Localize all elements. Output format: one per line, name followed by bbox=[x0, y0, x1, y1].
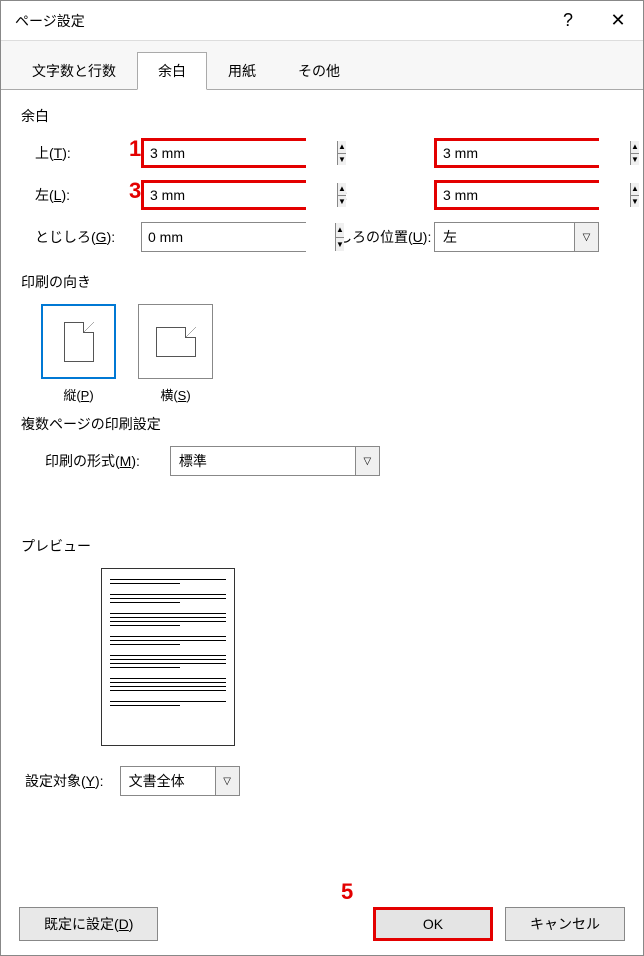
set-default-button[interactable]: 既定に設定(D) bbox=[19, 907, 158, 941]
gutter-spinner[interactable]: ▲▼ bbox=[141, 222, 306, 252]
portrait-label: 縦(P) bbox=[41, 385, 116, 404]
tab-margins[interactable]: 余白 bbox=[137, 52, 207, 90]
gutter-input[interactable] bbox=[142, 223, 335, 251]
left-margin-label: 左(L): bbox=[31, 185, 141, 205]
landscape-page-icon bbox=[156, 327, 196, 357]
chevron-down-icon[interactable]: ▽ bbox=[355, 447, 379, 475]
orientation-row: 縦(P) 横(S) bbox=[41, 304, 623, 404]
multipage-row: 印刷の形式(M): 標準 ▽ bbox=[41, 446, 623, 476]
chevron-down-icon[interactable]: ▽ bbox=[574, 223, 598, 251]
right-margin-spinner[interactable]: ▲▼ bbox=[434, 180, 599, 210]
chevron-down-icon[interactable]: ▽ bbox=[215, 767, 239, 795]
dialog-content: 余白 1 2 3 4 上(T): ▲▼ 下(B): ▲▼ 左(L): ▲▼ 右(… bbox=[1, 90, 643, 893]
spin-down-icon[interactable]: ▼ bbox=[631, 196, 639, 208]
orientation-section-title: 印刷の向き bbox=[21, 272, 623, 292]
dialog-title: ページ設定 bbox=[15, 11, 543, 31]
landscape-label: 横(S) bbox=[138, 385, 213, 404]
right-margin-input[interactable] bbox=[437, 183, 630, 207]
window-controls: ? ✕ bbox=[543, 1, 643, 40]
spin-up-icon[interactable]: ▲ bbox=[336, 223, 344, 238]
apply-to-row: 設定対象(Y): 文書全体 ▽ bbox=[21, 766, 623, 796]
tab-paper[interactable]: 用紙 bbox=[207, 52, 277, 90]
apply-to-value: 文書全体 bbox=[121, 771, 215, 791]
left-margin-spinner[interactable]: ▲▼ bbox=[141, 180, 306, 210]
multipage-dropdown[interactable]: 標準 ▽ bbox=[170, 446, 380, 476]
multipage-label: 印刷の形式(M): bbox=[41, 451, 140, 471]
title-bar: ページ設定 ? ✕ bbox=[1, 1, 643, 41]
landscape-icon-box[interactable] bbox=[138, 304, 213, 379]
margins-section-title: 余白 bbox=[21, 106, 623, 126]
gutter-label: とじしろ(G): bbox=[31, 227, 141, 247]
spin-up-icon[interactable]: ▲ bbox=[631, 141, 639, 154]
orientation-landscape[interactable]: 横(S) bbox=[138, 304, 213, 404]
spin-up-icon[interactable]: ▲ bbox=[631, 183, 639, 196]
spin-down-icon[interactable]: ▼ bbox=[631, 154, 639, 166]
top-margin-spinner[interactable]: ▲▼ bbox=[141, 138, 306, 168]
close-button[interactable]: ✕ bbox=[593, 1, 643, 40]
page-setup-dialog: ページ設定 ? ✕ 文字数と行数 余白 用紙 その他 余白 1 2 3 4 上(… bbox=[0, 0, 644, 956]
top-margin-input[interactable] bbox=[144, 141, 337, 165]
spin-down-icon[interactable]: ▼ bbox=[336, 238, 344, 252]
apply-to-label: 設定対象(Y): bbox=[21, 771, 104, 791]
gutter-position-dropdown[interactable]: 左 ▽ bbox=[434, 222, 599, 252]
spin-up-icon[interactable]: ▲ bbox=[338, 141, 346, 154]
cancel-button[interactable]: キャンセル bbox=[505, 907, 625, 941]
orientation-portrait[interactable]: 縦(P) bbox=[41, 304, 116, 404]
tab-chars-lines[interactable]: 文字数と行数 bbox=[11, 52, 137, 90]
tab-strip: 文字数と行数 余白 用紙 その他 bbox=[1, 41, 643, 90]
margins-grid: 1 2 3 4 上(T): ▲▼ 下(B): ▲▼ 左(L): ▲▼ 右(R): bbox=[31, 138, 623, 252]
dialog-footer: 5 既定に設定(D) OK キャンセル bbox=[1, 893, 643, 955]
left-margin-input[interactable] bbox=[144, 183, 337, 207]
spin-down-icon[interactable]: ▼ bbox=[338, 154, 346, 166]
ok-button[interactable]: OK bbox=[373, 907, 493, 941]
preview-section-title: プレビュー bbox=[21, 536, 623, 556]
spin-down-icon[interactable]: ▼ bbox=[338, 196, 346, 208]
top-margin-label: 上(T): bbox=[31, 143, 141, 163]
tab-other[interactable]: その他 bbox=[277, 52, 361, 90]
portrait-icon-box[interactable] bbox=[41, 304, 116, 379]
bottom-margin-input[interactable] bbox=[437, 141, 630, 165]
spin-up-icon[interactable]: ▲ bbox=[338, 183, 346, 196]
preview-pane bbox=[101, 568, 235, 746]
apply-to-dropdown[interactable]: 文書全体 ▽ bbox=[120, 766, 240, 796]
bottom-margin-spinner[interactable]: ▲▼ bbox=[434, 138, 599, 168]
multipage-section-title: 複数ページの印刷設定 bbox=[21, 414, 623, 434]
help-button[interactable]: ? bbox=[543, 1, 593, 40]
portrait-page-icon bbox=[64, 322, 94, 362]
multipage-value: 標準 bbox=[171, 451, 355, 471]
gutter-position-value: 左 bbox=[435, 227, 574, 247]
